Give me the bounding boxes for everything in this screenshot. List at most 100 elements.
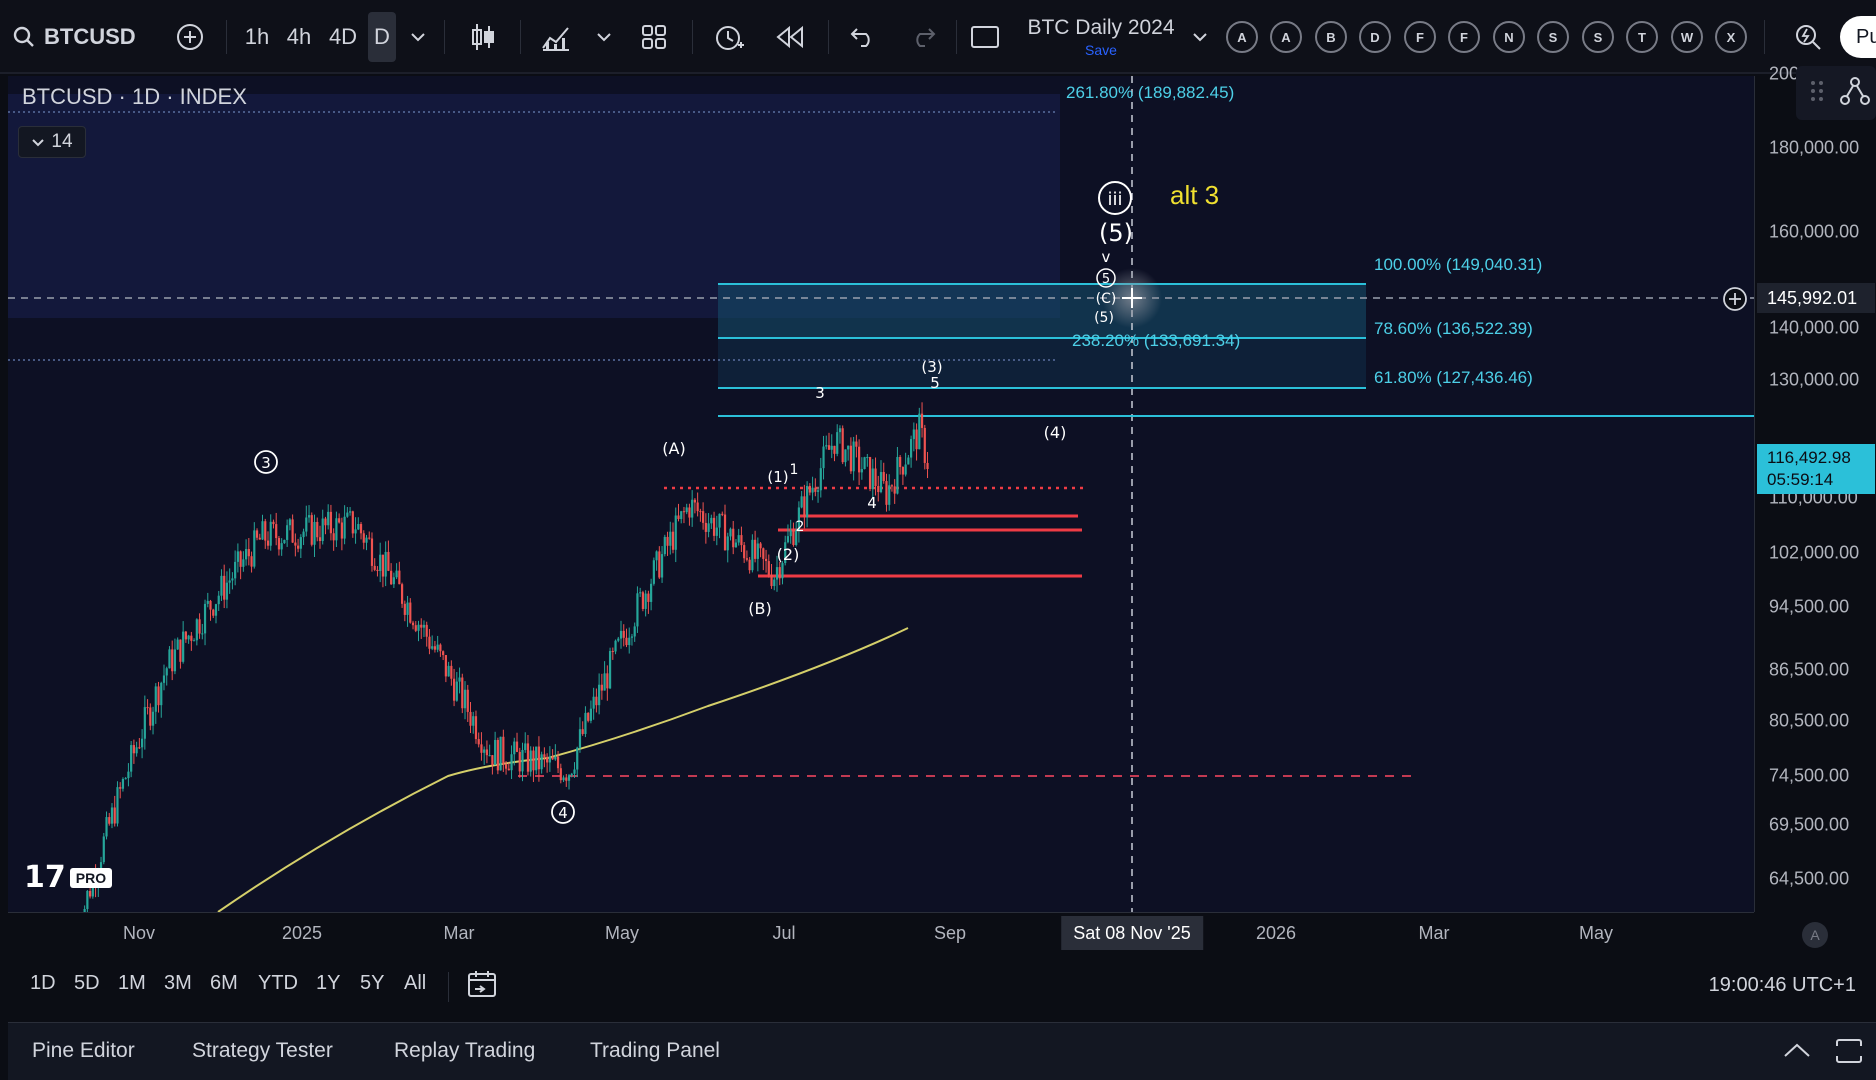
layouts-button[interactable] — [636, 14, 672, 60]
toolbar-divider — [1764, 20, 1765, 54]
wave-label-5-circled: 5 — [1102, 272, 1110, 287]
price-scale[interactable]: 200,000.00 180,000.00 160,000.00 140,000… — [1754, 64, 1876, 912]
candle-body — [346, 512, 349, 517]
price-label: 94,500.00 — [1769, 596, 1850, 617]
auto-scale-button[interactable]: A — [1802, 922, 1828, 948]
layout-dropdown[interactable] — [1188, 14, 1212, 60]
symbol-search-button[interactable]: BTCUSD — [12, 14, 142, 60]
watch-circle-w[interactable]: W — [1671, 21, 1703, 53]
range-3m[interactable]: 3M — [164, 972, 192, 995]
tab-replay-trading[interactable]: Replay Trading — [394, 1039, 535, 1063]
grid-icon — [642, 25, 666, 49]
price-chart[interactable]: 261.80% (189,882.45) 100.00% (149,040.31… — [8, 76, 1754, 912]
replay-button[interactable] — [772, 14, 808, 60]
chart-legend-title[interactable]: BTCUSD · 1D · INDEX — [22, 84, 247, 110]
candle-body — [926, 462, 929, 470]
interval-dropdown[interactable] — [404, 14, 432, 60]
compare-symbol-button[interactable] — [172, 14, 208, 60]
tab-strategy-tester[interactable]: Strategy Tester — [192, 1039, 333, 1063]
range-all[interactable]: All — [404, 972, 426, 995]
watch-circle-t[interactable]: T — [1626, 21, 1658, 53]
redo-button[interactable] — [906, 14, 940, 60]
panel-maximize-button[interactable] — [1834, 1037, 1864, 1070]
quick-search-button[interactable] — [1790, 14, 1826, 60]
chart-type-button[interactable] — [466, 14, 500, 60]
toolbar-divider — [520, 20, 521, 54]
toolbar-divider — [828, 20, 829, 54]
indicators-button[interactable] — [538, 14, 574, 60]
tab-pine-editor[interactable]: Pine Editor — [32, 1039, 135, 1063]
candle-body — [674, 515, 677, 550]
candle-body — [737, 535, 740, 543]
toolbar-divider — [956, 20, 957, 54]
go-to-date-button[interactable] — [466, 968, 500, 1005]
alarm-clock-icon — [716, 26, 744, 50]
time-scale[interactable]: Nov 2025 Mar May Jul Sep 2026 Mar May Sa… — [8, 912, 1754, 952]
range-5y[interactable]: 5Y — [360, 972, 384, 995]
watch-circle-n[interactable]: N — [1493, 21, 1525, 53]
tab-trading-panel[interactable]: Trading Panel — [590, 1039, 720, 1063]
range-1m[interactable]: 1M — [118, 972, 146, 995]
interval-4h[interactable]: 4h — [282, 14, 316, 60]
range-6m[interactable]: 6M — [210, 972, 238, 995]
undo-button[interactable] — [846, 14, 880, 60]
pro-badge: PRO — [69, 867, 113, 888]
candle-body — [671, 531, 675, 550]
indicators-dropdown[interactable] — [592, 14, 616, 60]
range-1d[interactable]: 1D — [30, 972, 56, 995]
candle-body — [234, 561, 237, 579]
panel-expand-button[interactable] — [1782, 1041, 1812, 1064]
range-5d[interactable]: 5D — [74, 972, 100, 995]
watch-circle-b[interactable]: B — [1315, 21, 1347, 53]
interval-d-active[interactable]: D — [368, 12, 396, 62]
candle-body — [814, 487, 817, 492]
layout-name[interactable]: BTC Daily 2024 Save — [1016, 14, 1186, 62]
object-tree-icon[interactable] — [1840, 74, 1870, 106]
range-1y[interactable]: 1Y — [316, 972, 340, 995]
candle-body — [477, 739, 480, 745]
interval-1h[interactable]: 1h — [240, 14, 274, 60]
watch-circle-s2[interactable]: S — [1582, 21, 1614, 53]
add-alert-price-button[interactable] — [1722, 286, 1748, 312]
chevron-down-icon — [1193, 33, 1207, 42]
price-label: 64,500.00 — [1769, 868, 1850, 889]
candle-body — [513, 741, 516, 755]
publish-button[interactable]: Pu — [1840, 16, 1876, 58]
candle-body — [143, 707, 146, 739]
candle-body — [474, 716, 478, 740]
candle-body — [321, 518, 324, 541]
watch-circle-f[interactable]: F — [1404, 21, 1436, 53]
watch-circle-a[interactable]: A — [1226, 21, 1258, 53]
candle-body — [546, 756, 549, 763]
layout-select-checkbox[interactable] — [968, 14, 1002, 60]
candle-body — [910, 439, 913, 458]
candle-body — [302, 531, 305, 538]
time-label: May — [1578, 923, 1614, 943]
candle-body — [422, 624, 426, 628]
candle-body — [247, 549, 250, 557]
candle-body — [888, 485, 891, 505]
chart-pane[interactable]: 261.80% (189,882.45) 100.00% (149,040.31… — [8, 76, 1754, 912]
wave-label-1-small: 1 — [790, 462, 799, 478]
candle-body — [439, 644, 442, 652]
candle-body — [551, 756, 554, 760]
watch-circle-x[interactable]: X — [1715, 21, 1747, 53]
candles-icon — [472, 24, 494, 50]
watch-circle-s[interactable]: S — [1537, 21, 1569, 53]
indicators-collapse-toggle[interactable]: 14 — [18, 126, 86, 158]
interval-4d[interactable]: 4D — [324, 14, 362, 60]
candle-body — [480, 744, 483, 753]
candle-body — [108, 817, 111, 824]
watch-circle-a2[interactable]: A — [1270, 21, 1302, 53]
alert-button[interactable] — [710, 14, 748, 60]
timezone-clock[interactable]: 19:00:46 UTC+1 — [1709, 974, 1856, 997]
watch-circle-f2[interactable]: F — [1448, 21, 1480, 53]
toolbar-divider — [692, 20, 693, 54]
wave-label-3-small: 3 — [815, 384, 825, 402]
watch-circle-d[interactable]: D — [1359, 21, 1391, 53]
candle-body — [669, 531, 672, 546]
candle-body — [625, 637, 628, 646]
candle-body — [682, 511, 686, 513]
range-ytd[interactable]: YTD — [258, 972, 298, 995]
drag-handle-icon[interactable] — [1810, 80, 1824, 102]
